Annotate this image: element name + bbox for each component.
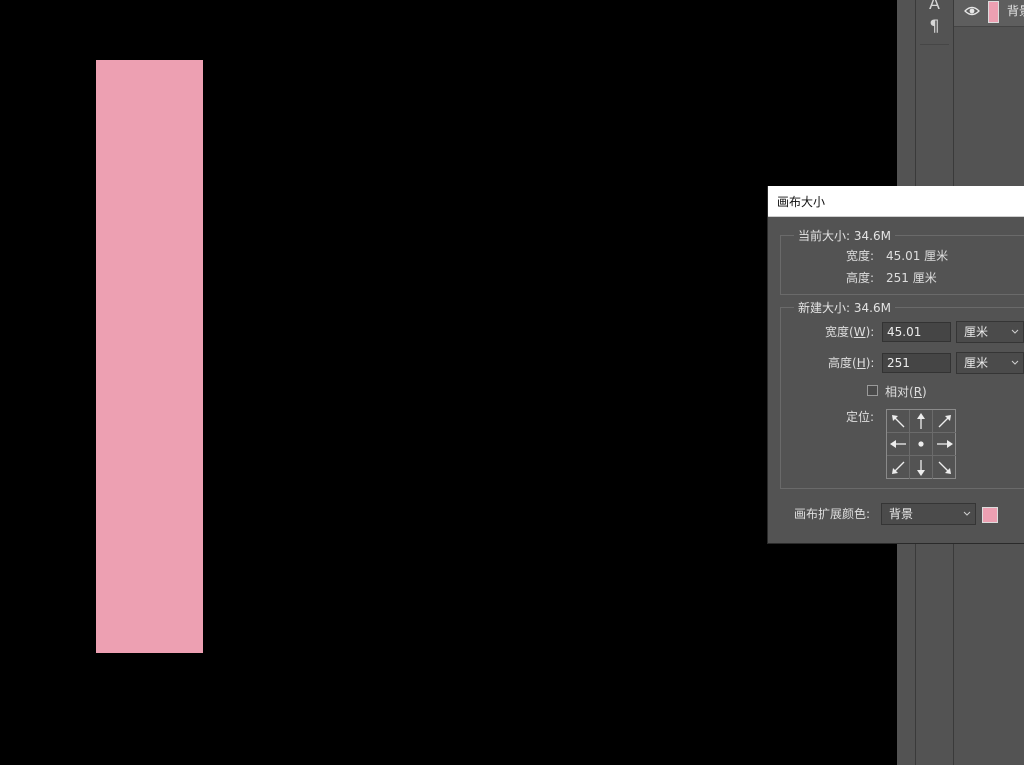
current-size-group: [780, 235, 1024, 295]
arrow-w-icon: [890, 440, 906, 448]
anchor-top-center[interactable]: [910, 410, 933, 433]
layer-thumbnail: [988, 1, 999, 23]
document-canvas[interactable]: [0, 0, 897, 765]
arrow-se-icon: [938, 461, 951, 474]
height-input[interactable]: 251: [882, 353, 951, 373]
anchor-label: 定位:: [846, 410, 875, 424]
dialog-title: 画布大小: [777, 195, 826, 209]
new-height-label: 高度(H):: [828, 356, 875, 370]
extension-color-select[interactable]: 背景: [881, 503, 976, 525]
tool-divider: [920, 44, 949, 45]
anchor-top-right[interactable]: [933, 410, 956, 433]
extension-color-value: 背景: [889, 507, 914, 521]
anchor-grid: [886, 409, 956, 479]
chevron-down-icon: [1011, 353, 1019, 381]
extension-color-swatch[interactable]: [982, 507, 998, 523]
paragraph-panel-button[interactable]: ¶: [916, 16, 953, 35]
current-width-label: 宽度:: [846, 249, 875, 263]
current-height-label: 高度:: [846, 271, 875, 285]
chevron-down-icon: [963, 504, 971, 532]
width-unit-select[interactable]: 厘米: [956, 321, 1024, 343]
layer-name[interactable]: 背景: [1007, 2, 1024, 19]
anchor-bottom-right[interactable]: [933, 456, 956, 479]
height-unit-select[interactable]: 厘米: [956, 352, 1024, 374]
anchor-bottom-center[interactable]: [910, 456, 933, 479]
relative-label[interactable]: 相对(R): [885, 383, 927, 400]
anchor-center[interactable]: [910, 433, 933, 456]
character-icon: A: [929, 0, 940, 13]
anchor-top-left[interactable]: [887, 410, 910, 433]
arrow-e-icon: [936, 440, 953, 448]
arrow-sw-icon: [892, 461, 905, 474]
anchor-middle-right[interactable]: [933, 433, 956, 456]
arrow-nw-icon: [892, 415, 905, 428]
canvas-image[interactable]: [96, 60, 203, 653]
anchor-middle-left[interactable]: [887, 433, 910, 456]
arrow-n-icon: [917, 413, 925, 429]
layer-row-background[interactable]: 背景: [954, 0, 1024, 27]
width-unit-value: 厘米: [964, 325, 989, 339]
relative-checkbox[interactable]: [867, 385, 878, 396]
anchor-bottom-left[interactable]: [887, 456, 910, 479]
current-size-label: 当前大小: 34.6M: [794, 227, 895, 244]
eye-icon[interactable]: [964, 4, 980, 18]
new-width-label: 宽度(W):: [825, 325, 875, 339]
current-height-value: 251 厘米: [886, 271, 937, 285]
chevron-down-icon: [1011, 322, 1019, 350]
character-panel-button[interactable]: A: [916, 0, 953, 13]
canvas-size-dialog: 画布大小 当前大小: 34.6M 宽度: 45.01 厘米 高度: 251 厘米…: [767, 186, 1024, 544]
paragraph-icon: ¶: [929, 16, 940, 35]
extension-color-label: 画布扩展颜色:: [794, 507, 871, 521]
current-width-value: 45.01 厘米: [886, 249, 949, 263]
anchor-center-icon: [918, 441, 924, 447]
arrow-s-icon: [917, 459, 925, 476]
width-input[interactable]: 45.01: [882, 322, 951, 342]
arrow-ne-icon: [938, 415, 951, 428]
new-size-label: 新建大小: 34.6M: [794, 299, 895, 316]
dialog-title-bar[interactable]: 画布大小: [768, 186, 1024, 217]
height-unit-value: 厘米: [964, 356, 989, 370]
